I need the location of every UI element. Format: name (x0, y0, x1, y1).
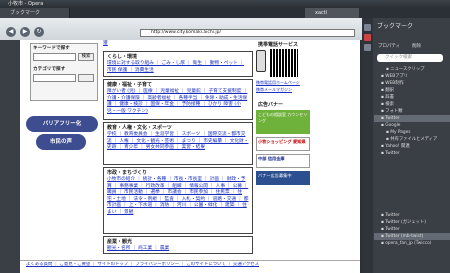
bookmark-label: My Pages (390, 130, 411, 135)
bookmark-item[interactable]: ▪ Twitter (374, 115, 450, 122)
bookmark-icon[interactable] (364, 24, 371, 31)
bookmark-label: ニュースクリップ (390, 67, 425, 72)
address-field[interactable]: http://www.city.komaki.aichi.jp/ (140, 29, 355, 37)
bookmark-item[interactable]: ▪ Twitter (ガジェット) (374, 219, 450, 226)
top-link[interactable]: 遷 (103, 41, 108, 48)
delete-button[interactable]: 削除 (412, 43, 421, 49)
bookmark-label: Google (385, 123, 401, 128)
notes-icon[interactable] (364, 44, 371, 51)
bookmark-item[interactable]: ▪ 検索 (374, 101, 450, 108)
bookmark-item[interactable]: ▪ WEB制作 (374, 80, 450, 87)
bookmark-item[interactable]: ▪ 共有ファイルとメディア (374, 136, 450, 143)
mobile-page-link[interactable]: 携帯電話用ホームページ (256, 80, 316, 87)
section-industry: 産業・観光 観光・名所 ｜ 商工業 ｜ 農業 (103, 236, 253, 254)
ad-banner-1[interactable]: こどもの相談室 カウンセリング (256, 110, 310, 134)
section-links[interactable]: 観光・名所 ｜ 商工業 ｜ 農業 (104, 246, 252, 253)
ad-banner-3[interactable]: 中部 信用金庫 (256, 154, 310, 168)
bookmark-label: Yahoo! 関連 (385, 144, 410, 149)
section-city: 市政・まちづくり 小牧市の紹介 ｜ 統計・各種 ｜ 市長・市長室 ｜ 計画 ｜ … (103, 167, 253, 234)
section-links[interactable]: 障がい者 (児) ｜ 医療 ｜ 児童福祉 ｜ 児童館 ｜ 子育て支援制度 ｜ 介… (104, 89, 252, 115)
bookmark-label: WEB制作 (385, 81, 404, 86)
tab-label: ブックマーク (10, 10, 41, 16)
mobile-service-title: 携帯電話サービス (258, 42, 299, 48)
bookmark-item[interactable]: ▪ Twitter (mb-twist) (374, 233, 450, 240)
category-heading: カテゴリで探す (33, 67, 66, 72)
window-title-bar: 小牧市 - Opera (0, 0, 450, 8)
panel-icon-strip (362, 18, 373, 273)
properties-button[interactable]: プロパティ (378, 43, 400, 49)
banner-title: 広告バナー (258, 102, 284, 108)
qr-code-image (270, 49, 298, 77)
widget-icon[interactable] (364, 34, 371, 41)
section-links[interactable]: 環境に対する取り組み ｜ ごみ・し尿 ｜ 衛生 ｜ 動物・ペット ｜ 市民 保護… (104, 61, 252, 74)
bookmark-item[interactable]: ▪ Google (374, 122, 450, 129)
window-title: 小牧市 - Opera (8, 1, 44, 7)
keyword-input[interactable] (33, 53, 76, 61)
bookmark-label: Twitter (mb-twist) (385, 234, 424, 239)
bookmark-label: 翻訳 (385, 88, 394, 93)
footer-links[interactable]: よくある質問 ｜ ご意見・ご要望 ｜ サイトのトップ ｜ プライバシーポリシー … (26, 262, 356, 269)
bookmark-label: フォト類 (385, 109, 403, 114)
bookmark-list-lower: ▪ Twitter ▪ Twitter (ガジェット) ▪ Twitter ▪ Twi… (374, 212, 450, 247)
search-box (30, 43, 98, 101)
bookmark-label: WEBアプリ (385, 74, 409, 79)
bookmark-label: Twitter (385, 227, 400, 232)
tab-xacti[interactable]: xacti (305, 8, 359, 18)
bookmark-item[interactable]: ▪ フォト類 (374, 108, 450, 115)
section-title: 健康・福祉・子育て (107, 82, 153, 88)
category-select[interactable] (33, 74, 76, 82)
bookmark-item[interactable]: ▪ 翻訳 (374, 87, 450, 94)
bookmark-search-input[interactable]: クイック検索 (377, 54, 443, 62)
tab-bar: ブックマーク xacti (0, 8, 450, 18)
address-url: http://www.city.komaki.aichi.jp/ (151, 30, 222, 35)
tab-bookmarks[interactable]: ブックマーク (0, 8, 70, 18)
bookmark-item[interactable]: ▪ My Pages (374, 129, 450, 136)
back-button[interactable]: ◀ (6, 27, 16, 37)
barrier-free-button[interactable]: バリアフリー化 (26, 116, 98, 132)
mobile-phone-icon (256, 50, 266, 72)
search-button[interactable]: 検索 (78, 53, 94, 61)
bookmark-label: 共有ファイルとメディア (390, 137, 438, 142)
bookmark-label: Twitter (ガジェット) (385, 220, 426, 225)
bookmark-label: 辞書 (385, 95, 394, 100)
forward-button[interactable]: ▶ (20, 27, 30, 37)
bookmark-item[interactable]: ▪ ニュースクリップ (374, 66, 450, 73)
bookmark-item[interactable]: ▪ WEBアプリ (374, 73, 450, 80)
section-title: 市政・まちづくり (107, 170, 148, 176)
panel-title: ブックマーク (377, 23, 414, 30)
ad-banner-2[interactable]: 小牧ショッピング 愛知県 (256, 137, 310, 151)
section-links[interactable]: 学校 ｜ 教育委員会 ｜ 生涯学習 ｜ スポーツ ｜ 国際交流・都市交流 ｜ 人… (104, 132, 252, 152)
section-title: くらし・環境 (107, 54, 138, 60)
bookmark-label: Twitter (385, 151, 400, 156)
ad-banner-4[interactable]: バナー広告募集中 (256, 171, 310, 185)
bookmark-item[interactable]: ▪ Twitter (374, 150, 450, 157)
search-heading: キーワードで探す (33, 46, 70, 51)
section-health: 健康・福祉・子育て 障がい者 (児) ｜ 医療 ｜ 児童福祉 ｜ 児童館 ｜ 子… (103, 79, 253, 120)
bookmark-label: opera_fan_jp (Twicco) (385, 241, 432, 246)
citizen-voice-button[interactable]: 市民の声 (36, 134, 86, 150)
bookmark-label: Twitter (385, 213, 400, 218)
bookmark-item[interactable]: ▪ opera_fan_jp (Twicco) (374, 240, 450, 247)
bookmark-item[interactable]: ▪ 辞書 (374, 94, 450, 101)
section-title: 教育・人権・文化・スポーツ (107, 125, 172, 131)
bookmark-item[interactable]: ▪ Twitter (374, 212, 450, 219)
footer-divider (20, 260, 360, 261)
bookmark-label: Twitter (385, 116, 400, 121)
bookmark-list: ▪ ニュースクリップ ▪ WEBアプリ ▪ WEB制作 ▪ 翻訳 ▪ 辞書 ▪ 検索 ▪ フ… (374, 66, 450, 157)
tab-label: xacti (315, 10, 328, 16)
left-panel-strip (0, 40, 20, 273)
category-go-button[interactable] (78, 74, 94, 82)
bookmark-label: 検索 (385, 102, 394, 107)
reload-button[interactable]: ↻ (34, 27, 44, 37)
section-links[interactable]: 小牧市の紹介 ｜ 統計・各種 ｜ 市長・市長室 ｜ 計画 ｜ 財政・予算 ｜ 事… (104, 177, 252, 217)
section-living: くらし・環境 環境に対する取り組み ｜ ごみ・し尿 ｜ 衛生 ｜ 動物・ペット … (103, 51, 253, 77)
bookmark-item[interactable]: ▪ Yahoo! 関連 (374, 143, 450, 150)
section-education: 教育・人権・文化・スポーツ 学校 ｜ 教育委員会 ｜ 生涯学習 ｜ スポーツ ｜… (103, 122, 253, 165)
bookmark-item[interactable]: ▪ Twitter (374, 226, 450, 233)
section-title: 産業・観光 (107, 239, 133, 245)
mail-magazine-link[interactable]: 携帯メールマガジン (256, 87, 316, 94)
